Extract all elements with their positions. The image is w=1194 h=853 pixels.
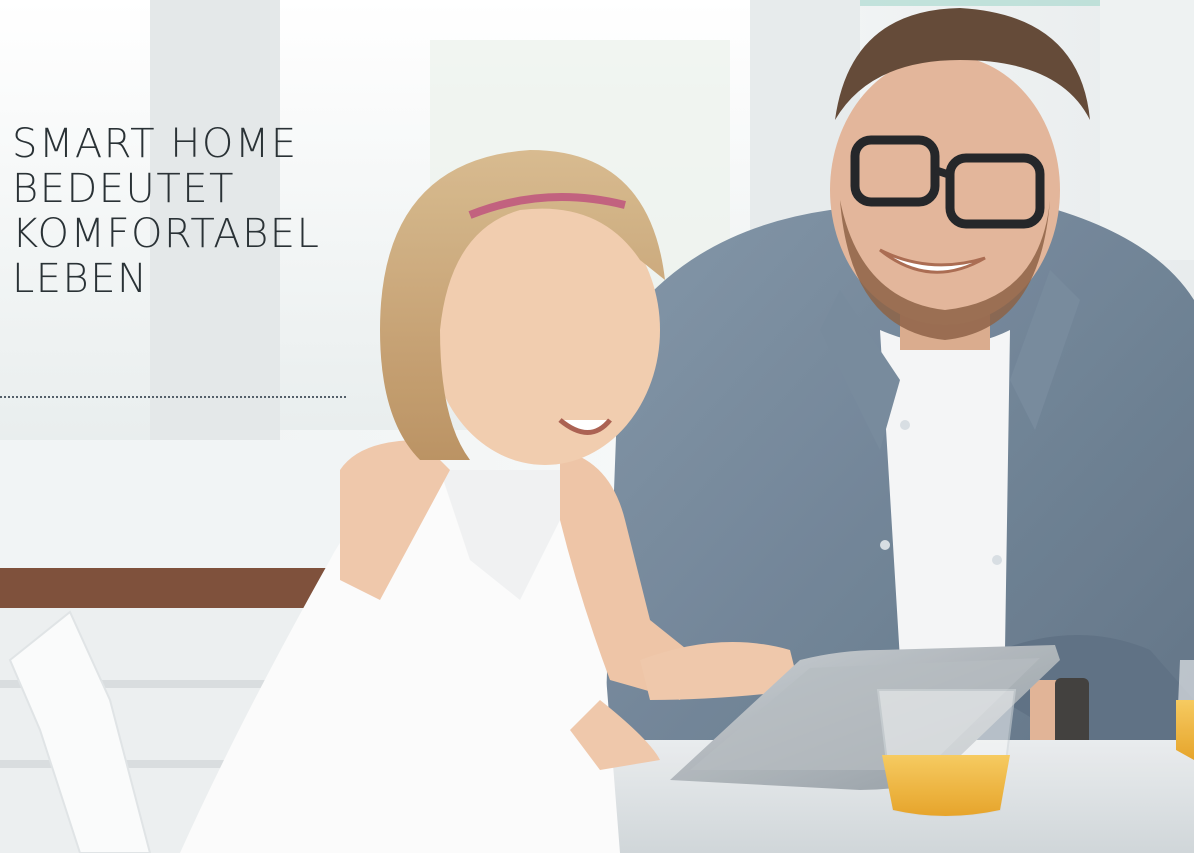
headline-line-3: KOMFORTABEL	[12, 211, 321, 257]
hero-banner: SMART HOME BEDEUTET KOMFORTABEL LEBEN	[0, 0, 1194, 853]
headline-line-2: BEDEUTET	[12, 166, 235, 212]
dotted-divider	[0, 396, 346, 398]
headline-line-4: LEBEN	[12, 256, 149, 302]
headline-line-1: SMART HOME	[12, 121, 298, 167]
headline: SMART HOME BEDEUTET KOMFORTABEL LEBEN	[12, 122, 320, 302]
